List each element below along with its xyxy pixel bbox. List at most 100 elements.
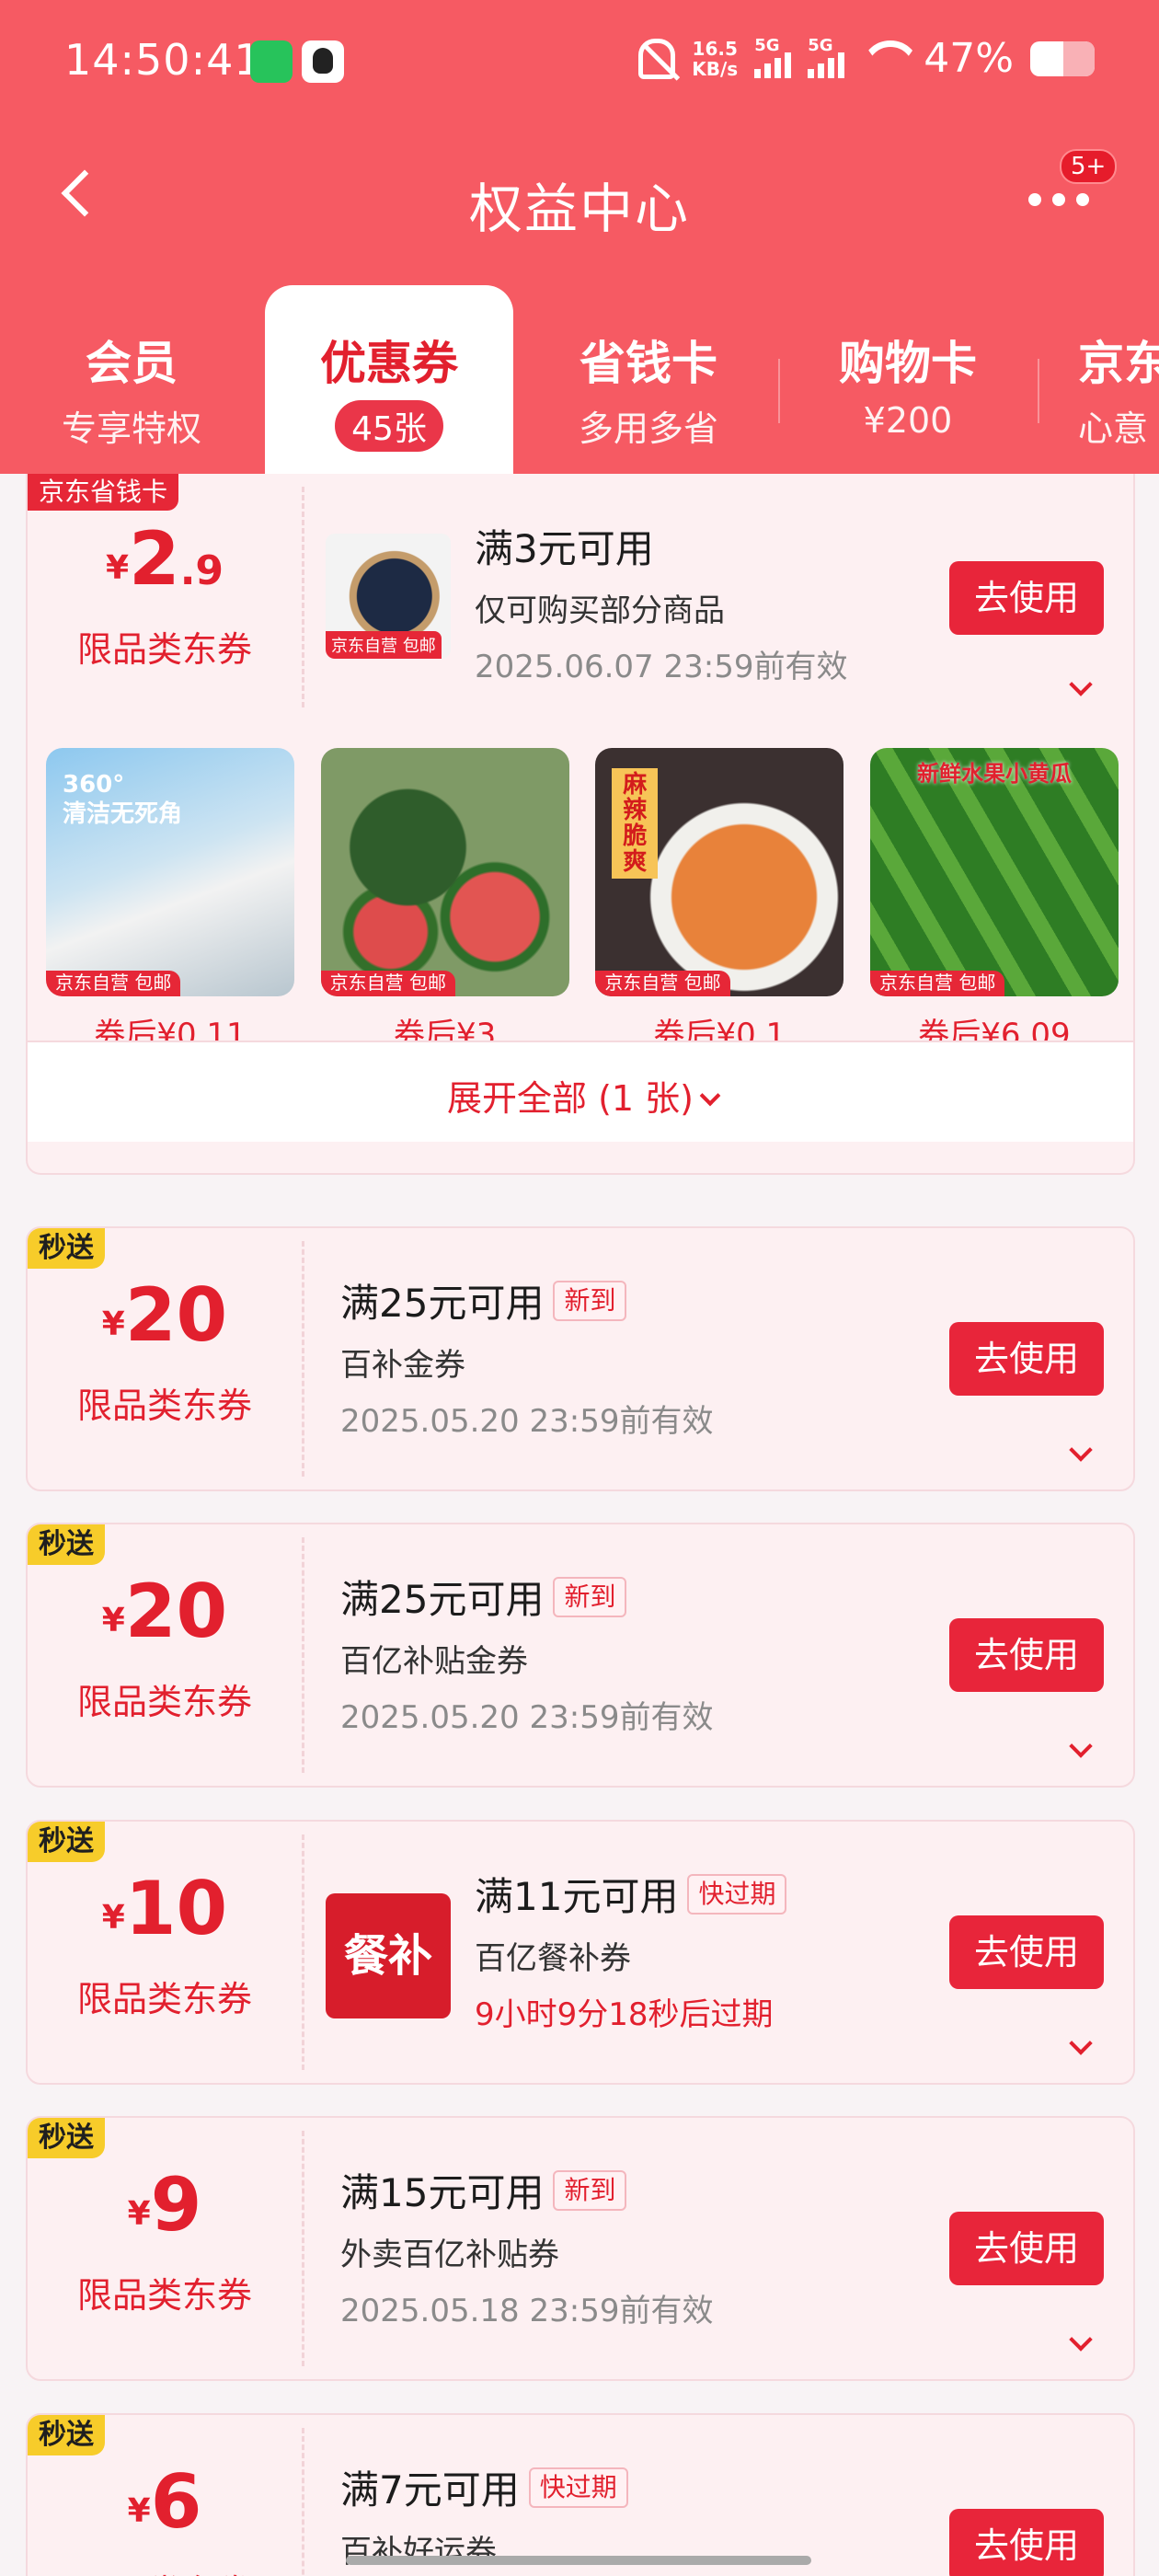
home-indicator[interactable] (346, 2556, 811, 2565)
use-button[interactable]: 去使用 (949, 1322, 1104, 1396)
tab-saving-card-sub: 多用多省 (578, 408, 718, 449)
tab-jd-title: 京东 (1078, 337, 1159, 390)
battery-level: 47% (924, 35, 1014, 82)
new-pill: 新到 (553, 2169, 627, 2211)
new-pill: 新到 (553, 1280, 627, 1321)
coupon-amount-block: ¥6 限品类东券 (28, 2415, 302, 2576)
expand-row[interactable]: 展开全部 (1 张) (28, 1041, 1133, 1142)
mute-icon (638, 38, 676, 79)
tab-coupons[interactable]: 优惠券 45张 (265, 285, 513, 474)
expiring-pill: 快过期 (687, 1873, 787, 1915)
chevron-down-icon[interactable] (1069, 673, 1093, 696)
tab-member-sub: 专享特权 (61, 408, 201, 449)
net-speed: 16.5 KB/s (692, 37, 739, 80)
coupon-scope: 限品类东券 (76, 1682, 252, 1722)
use-button[interactable]: 去使用 (949, 2509, 1104, 2576)
expiring-pill: 快过期 (528, 2467, 628, 2508)
product-image: 麻辣脆爽 京东自营 包邮 (595, 748, 844, 996)
tab-jd[interactable]: 京东 心意 (1041, 285, 1159, 474)
chevron-down-icon[interactable] (1069, 2328, 1093, 2352)
coupon-info: 满3元可用 仅可购买部分商品 2025.06.07 23:59前有效 (475, 518, 847, 686)
coupon-info: 满15元可用 新到 外卖百亿补贴券 2025.05.18 23:59前有效 (340, 2162, 713, 2330)
coupon-card: 秒送 ¥9 限品类东券 满15元可用 新到 外卖百亿补贴券 2025.05.18 … (26, 2116, 1135, 2381)
coupon-condition: 满25元可用 新到 (340, 1569, 713, 1625)
coupon-desc: 百补金券 (340, 1347, 465, 1384)
use-button[interactable]: 去使用 (949, 2212, 1104, 2285)
tab-jd-sub: 心意 (1078, 408, 1149, 449)
signal-icon-2: 5G (808, 36, 845, 78)
chevron-down-icon[interactable] (1069, 2031, 1093, 2055)
expand-all-link[interactable]: 展开全部 (1 张) (28, 1070, 1133, 1121)
product-item[interactable]: 360° 清洁无死角 京东自营 包邮 券后¥0.11 (46, 748, 294, 1054)
coupon-card: 秒送 ¥20 限品类东券 满25元可用 新到 百补金券 2025.05.20 23… (26, 1226, 1135, 1491)
tab-coupons-title: 优惠券 (320, 337, 458, 390)
coupon-amount-block: ¥20 限品类东券 (28, 1228, 302, 1489)
coupon-card: 秒送 ¥6 限品类东券 满7元可用快过期 百补好运券 去使用 (26, 2413, 1135, 2576)
coupon-scope: 限品类东券 (76, 2275, 252, 2316)
coupon-card-saving: 京东省钱卡 ¥2.9 限品类东券 京东自营 包邮 满3元可用 仅可购买部分商品 … (26, 474, 1135, 1175)
product-image: 360° 清洁无死角 京东自营 包邮 (46, 748, 294, 996)
product-list: 360° 清洁无死角 京东自营 包邮 券后¥0.11 京东自营 包邮 券后¥3 麻… (46, 748, 1119, 1054)
more-icon[interactable] (1028, 193, 1089, 206)
coupon-card: 秒送 ¥10 限品类东券 餐补 满11元可用 快过期 百亿餐补券 9小时9分18秒… (26, 1820, 1135, 2085)
tab-member[interactable]: 会员 专享特权 (7, 285, 256, 474)
use-button[interactable]: 去使用 (949, 1915, 1104, 1989)
coupon-desc: 百亿补贴金券 (340, 1643, 528, 1680)
coupon-amount-block: ¥2.9 限品类东券 (28, 474, 302, 722)
use-button[interactable]: 去使用 (949, 1618, 1104, 1692)
coupon-validity: 2025.05.20 23:59前有效 (340, 1403, 714, 1440)
product-image: 京东自营 包邮 (320, 748, 569, 996)
coupon-desc: 百亿餐补券 (475, 1940, 631, 1977)
status-bar: 14:50:41 16.5 KB/s 5G 5G 47% (0, 0, 1159, 129)
coupon-amount-block: ¥10 限品类东券 (28, 1822, 302, 2083)
product-item[interactable]: 京东自营 包邮 券后¥3 (320, 748, 569, 1054)
tab-shopping-card[interactable]: 购物卡 ¥200 (784, 285, 1032, 474)
tab-shopping-card-sub: ¥200 (863, 400, 953, 441)
tab-shopping-card-title: 购物卡 (839, 337, 977, 390)
use-button[interactable]: 去使用 (949, 561, 1104, 635)
coupon-info: 满7元可用 快过期 百补好运券 (340, 2459, 628, 2571)
new-pill: 新到 (553, 1576, 627, 1617)
coupon-card: 秒送 ¥20 限品类东券 满25元可用 新到 百亿补贴金券 2025.05.20 … (26, 1523, 1135, 1788)
coupon-condition: 满3元可用 (475, 526, 654, 571)
coupon-condition: 满7元可用 快过期 (340, 2459, 628, 2515)
coupon-amount-block: ¥9 限品类东券 (28, 2118, 302, 2379)
coupon-scope: 限品类东券 (76, 629, 252, 670)
status-time: 14:50:41 (64, 35, 262, 85)
coupon-amount-block: ¥20 限品类东券 (28, 1524, 302, 1786)
coupon-info: 满11元可用 快过期 百亿餐补券 9小时9分18秒后过期 (475, 1866, 787, 2034)
header: 14:50:41 16.5 KB/s 5G 5G 47% 权益中心 5+ 会员 专… (0, 0, 1159, 474)
coupon-desc: 外卖百亿补贴券 (340, 2237, 559, 2273)
coupon-amount: ¥10 (101, 1866, 228, 1951)
meal-subsidy-logo: 餐补 (326, 1893, 451, 2018)
qq-icon (302, 40, 344, 83)
chevron-down-icon[interactable] (1069, 1734, 1093, 1758)
coupon-amount: ¥20 (101, 1272, 228, 1358)
product-image: 新鲜水果小黄瓜 京东自营 包邮 (869, 748, 1119, 996)
tab-member-title: 会员 (86, 337, 178, 390)
page-title: 权益中心 (468, 178, 690, 240)
coupon-amount: ¥20 (101, 1569, 228, 1654)
tab-coupons-count: 45张 (335, 400, 443, 452)
product-thumb: 京东自营 包邮 (326, 534, 451, 659)
wifi-icon (861, 40, 907, 77)
chevron-down-icon[interactable] (1069, 1438, 1093, 1462)
coupon-validity: 2025.06.07 23:59前有效 (475, 649, 848, 685)
coupon-condition: 满25元可用 新到 (340, 1272, 713, 1328)
coupon-scope: 限品类东券 (28, 2564, 302, 2576)
tab-saving-card[interactable]: 省钱卡 多用多省 (524, 285, 773, 474)
product-item[interactable]: 麻辣脆爽 京东自营 包邮 券后¥0.1 (595, 748, 844, 1054)
tab-bar: 会员 专享特权 优惠券 45张 省钱卡 多用多省 购物卡 ¥200 京东 心意 (0, 285, 1159, 474)
coupon-validity: 2025.05.20 23:59前有效 (340, 1699, 714, 1736)
signal-icon: 5G (754, 36, 792, 78)
coupon-validity: 2025.05.18 23:59前有效 (340, 2293, 714, 2329)
nav-bar: 权益中心 5+ (0, 147, 1159, 258)
coupon-amount: ¥6 (127, 2459, 202, 2545)
coupon-info: 满25元可用 新到 百补金券 2025.05.20 23:59前有效 (340, 1272, 713, 1441)
battery-icon (1030, 40, 1095, 76)
more-badge: 5+ (1060, 149, 1118, 184)
coupon-desc: 仅可购买部分商品 (475, 592, 725, 629)
product-item[interactable]: 新鲜水果小黄瓜 京东自营 包邮 券后¥6.09 (869, 748, 1119, 1054)
tab-saving-card-title: 省钱卡 (580, 337, 717, 390)
coupon-amount: ¥9 (127, 2162, 202, 2248)
